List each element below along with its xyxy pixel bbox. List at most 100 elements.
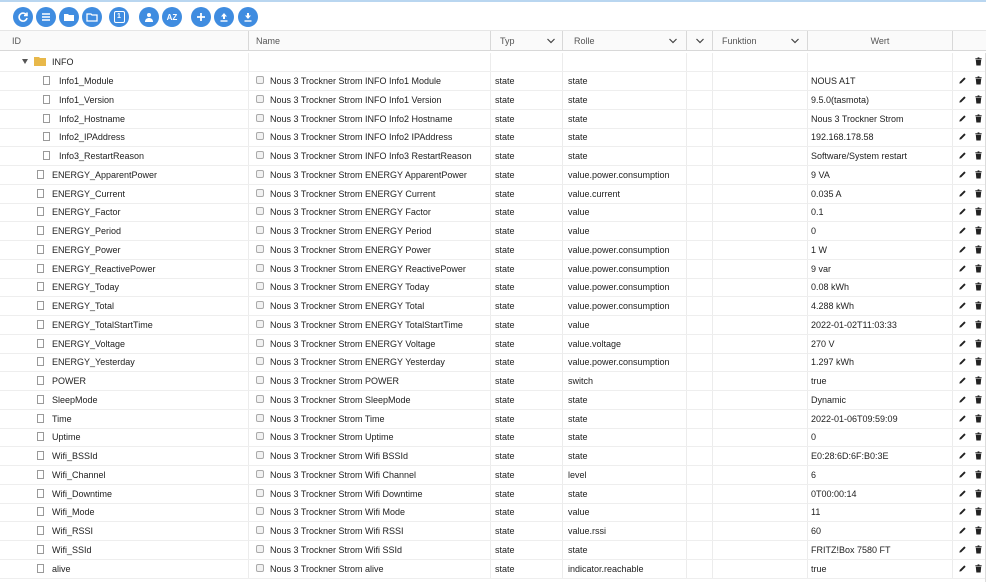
edit-icon[interactable] (957, 544, 967, 555)
rolle-filter-chevron-icon[interactable] (668, 36, 678, 46)
edit-icon[interactable] (957, 113, 967, 124)
row-name[interactable]: Nous 3 Trockner Strom Wifi Channel (270, 466, 488, 484)
edit-icon[interactable] (957, 450, 967, 461)
row-id[interactable]: Info2_IPAddress (59, 128, 246, 146)
row-id[interactable]: alive (52, 560, 246, 578)
row-name[interactable]: Nous 3 Trockner Strom INFO Info3 Restart… (270, 147, 488, 165)
delete-icon[interactable] (973, 319, 983, 330)
delete-icon[interactable] (973, 281, 983, 292)
row-name[interactable]: Nous 3 Trockner Strom INFO Info2 Hostnam… (270, 110, 488, 128)
row-name[interactable]: Nous 3 Trockner Strom ENERGY TotalStartT… (270, 316, 488, 334)
table-row[interactable]: Info3_RestartReason Nous 3 Trockner Strom… (0, 147, 986, 166)
row-wert[interactable]: E0:28:6D:6F:B0:3E (811, 447, 950, 465)
delete-icon[interactable] (973, 431, 983, 442)
table-row[interactable]: ENERGY_ApparentPower Nous 3 Trockner Stro… (0, 166, 986, 185)
row-id[interactable]: Wifi_BSSId (52, 447, 246, 465)
delete-icon[interactable] (973, 94, 983, 105)
row-name[interactable]: Nous 3 Trockner Strom ENERGY ApparentPow… (270, 166, 488, 184)
row-name[interactable]: Nous 3 Trockner Strom INFO Info1 Version (270, 91, 488, 109)
row-id[interactable]: ENERGY_Current (52, 185, 246, 203)
row-wert[interactable]: 0.035 A (811, 185, 950, 203)
edit-icon[interactable] (957, 431, 967, 442)
table-row[interactable]: ENERGY_Yesterday Nous 3 Trockner Strom EN… (0, 353, 986, 372)
row-wert[interactable]: 6 (811, 466, 950, 484)
row-name[interactable]: Nous 3 Trockner Strom Wifi Downtime (270, 485, 488, 503)
row-name[interactable]: Nous 3 Trockner Strom POWER (270, 372, 488, 390)
folder-open-icon[interactable] (82, 7, 102, 27)
row-id[interactable]: Uptime (52, 428, 246, 446)
edit-icon[interactable] (957, 150, 967, 161)
row-name[interactable]: Nous 3 Trockner Strom ENERGY Factor (270, 203, 488, 221)
table-row[interactable]: ENERGY_Total Nous 3 Trockner Strom ENERGY… (0, 297, 986, 316)
room-filter-chevron-icon[interactable] (695, 36, 705, 46)
row-wert[interactable]: 1 W (811, 241, 950, 259)
row-wert[interactable]: 2022-01-02T11:03:33 (811, 316, 950, 334)
refresh-icon[interactable] (13, 7, 33, 27)
edit-icon[interactable] (957, 244, 967, 255)
row-id[interactable]: Info3_RestartReason (59, 147, 246, 165)
row-id[interactable]: ENERGY_Total (52, 297, 246, 315)
table-row[interactable]: Wifi_RSSI Nous 3 Trockner Strom Wifi RSSI… (0, 522, 986, 541)
row-name[interactable]: Nous 3 Trockner Strom INFO Info1 Module (270, 72, 488, 90)
column-header-rolle[interactable]: Rolle (570, 31, 660, 51)
table-row[interactable]: ENERGY_TotalStartTime Nous 3 Trockner Str… (0, 316, 986, 335)
row-id[interactable]: ENERGY_ApparentPower (52, 166, 246, 184)
folder-icon[interactable] (59, 7, 79, 27)
row-name[interactable]: Nous 3 Trockner Strom ENERGY ReactivePow… (270, 260, 488, 278)
add-icon[interactable] (191, 7, 211, 27)
row-id[interactable]: Wifi_SSId (52, 541, 246, 559)
table-row[interactable]: ENERGY_Voltage Nous 3 Trockner Strom ENER… (0, 335, 986, 354)
row-id[interactable]: Wifi_Downtime (52, 485, 246, 503)
delete-icon[interactable] (973, 450, 983, 461)
edit-icon[interactable] (957, 188, 967, 199)
delete-icon[interactable] (973, 356, 983, 367)
delete-icon[interactable] (973, 488, 983, 499)
row-name[interactable]: Nous 3 Trockner Strom ENERGY Current (270, 185, 488, 203)
counter-badge[interactable]: 1 (109, 7, 129, 27)
edit-icon[interactable] (957, 263, 967, 274)
edit-icon[interactable] (957, 469, 967, 480)
table-row[interactable]: ENERGY_ReactivePower Nous 3 Trockner Stro… (0, 260, 986, 279)
row-wert[interactable]: 2022-01-06T09:59:09 (811, 410, 950, 428)
table-row[interactable]: Wifi_Mode Nous 3 Trockner Strom Wifi Mode… (0, 503, 986, 522)
row-id[interactable]: ENERGY_Power (52, 241, 246, 259)
edit-icon[interactable] (957, 225, 967, 236)
row-name[interactable]: Nous 3 Trockner Strom Time (270, 410, 488, 428)
edit-icon[interactable] (957, 94, 967, 105)
delete-icon[interactable] (973, 244, 983, 255)
row-wert[interactable]: 270 V (811, 335, 950, 353)
delete-icon[interactable] (973, 150, 983, 161)
row-wert[interactable]: 0T00:00:14 (811, 485, 950, 503)
table-row[interactable]: Time Nous 3 Trockner Strom Time state state… (0, 410, 986, 429)
row-name[interactable]: Nous 3 Trockner Strom Wifi BSSId (270, 447, 488, 465)
edit-icon[interactable] (957, 375, 967, 386)
row-wert[interactable]: 4.288 kWh (811, 297, 950, 315)
column-header-funktion[interactable]: Funktion (718, 31, 788, 51)
row-wert[interactable]: Dynamic (811, 391, 950, 409)
folder-row-info[interactable]: INFO (0, 53, 986, 72)
row-wert[interactable]: Software/System restart (811, 147, 950, 165)
row-wert[interactable]: 60 (811, 522, 950, 540)
users-icon[interactable] (139, 7, 159, 27)
delete-icon[interactable] (973, 75, 983, 86)
table-row[interactable]: Wifi_BSSId Nous 3 Trockner Strom Wifi BSS… (0, 447, 986, 466)
edit-icon[interactable] (957, 300, 967, 311)
row-wert[interactable]: 0 (811, 222, 950, 240)
row-wert[interactable]: true (811, 372, 950, 390)
delete-icon[interactable] (973, 56, 983, 67)
row-wert[interactable]: 0 (811, 428, 950, 446)
row-id[interactable]: ENERGY_Factor (52, 203, 246, 221)
row-wert[interactable]: 192.168.178.58 (811, 128, 950, 146)
delete-icon[interactable] (973, 300, 983, 311)
delete-icon[interactable] (973, 506, 983, 517)
table-row[interactable]: Info2_IPAddress Nous 3 Trockner Strom INF… (0, 128, 986, 147)
row-name[interactable]: Nous 3 Trockner Strom INFO Info2 IPAddre… (270, 128, 488, 146)
row-name[interactable]: Nous 3 Trockner Strom Wifi Mode (270, 503, 488, 521)
row-id[interactable]: ENERGY_Yesterday (52, 353, 246, 371)
row-name[interactable]: Nous 3 Trockner Strom Uptime (270, 428, 488, 446)
table-row[interactable]: Wifi_SSId Nous 3 Trockner Strom Wifi SSId… (0, 541, 986, 560)
edit-icon[interactable] (957, 281, 967, 292)
row-wert[interactable]: 0.1 (811, 203, 950, 221)
delete-icon[interactable] (973, 525, 983, 536)
delete-icon[interactable] (973, 544, 983, 555)
